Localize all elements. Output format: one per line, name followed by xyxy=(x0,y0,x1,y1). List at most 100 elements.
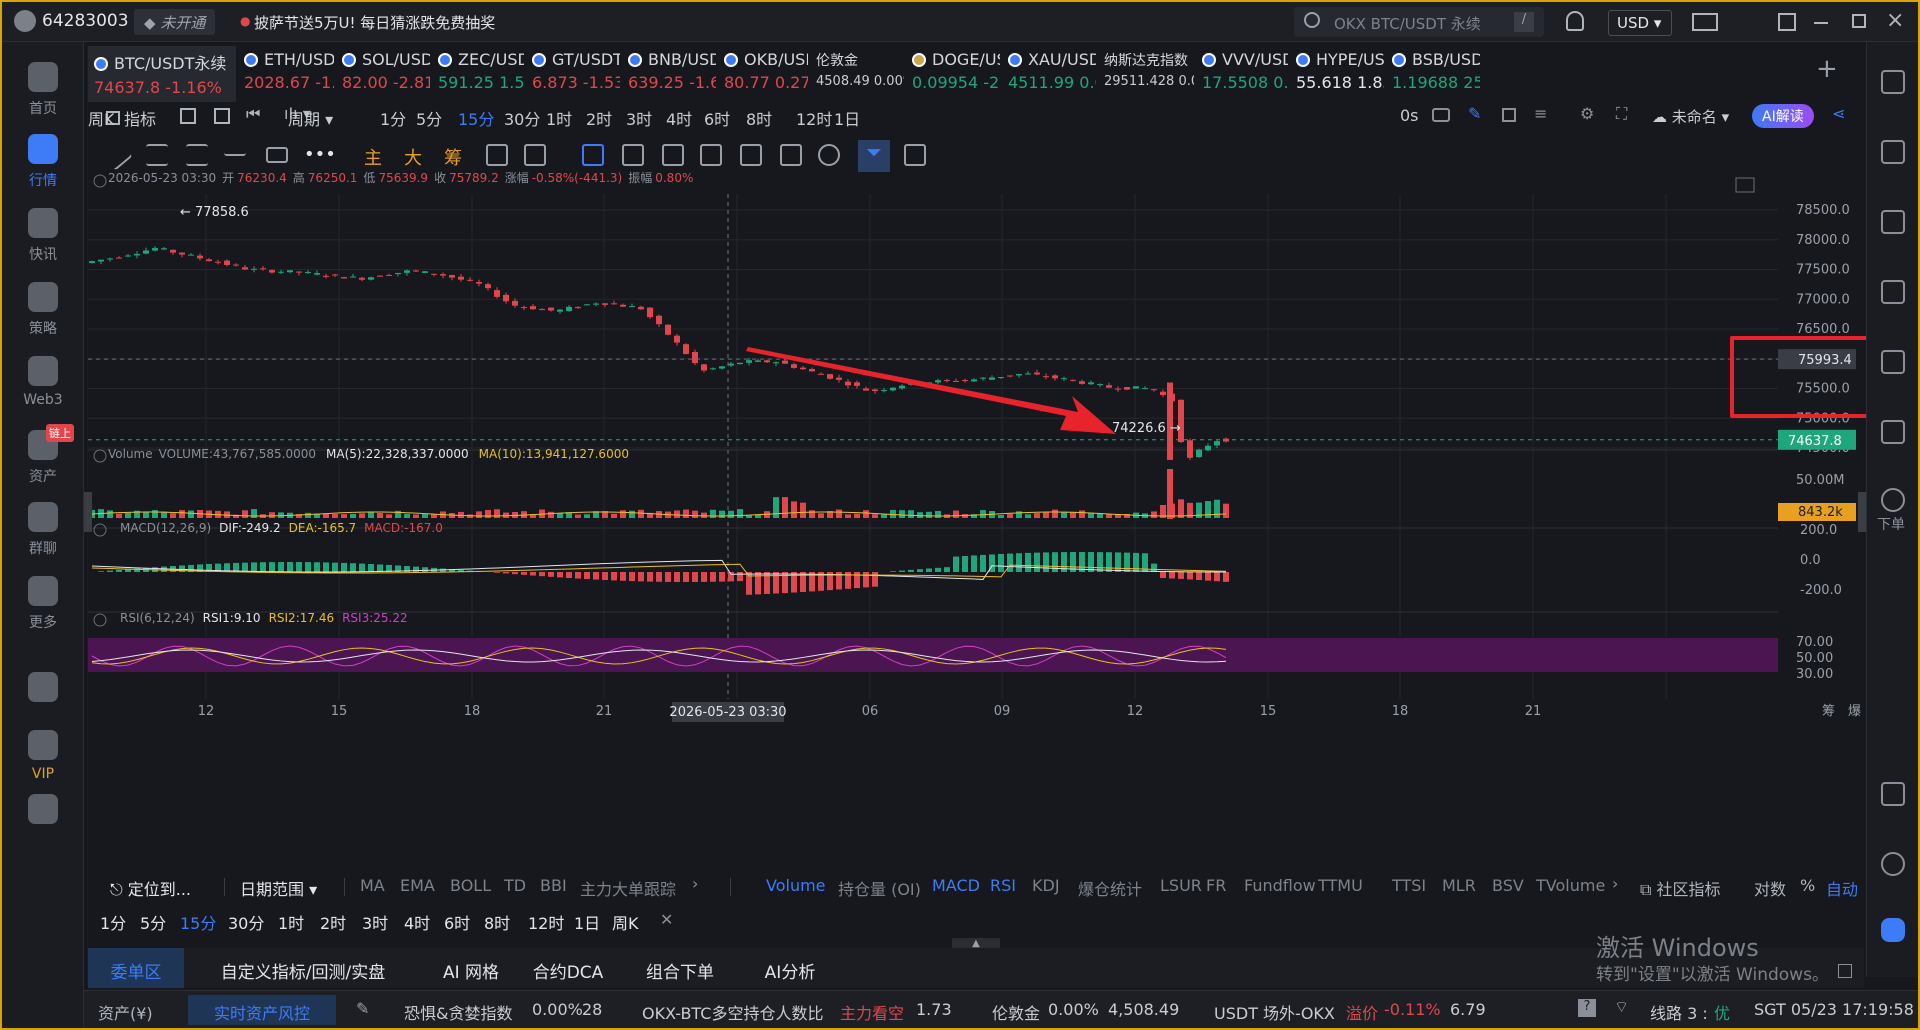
candle[interactable] xyxy=(845,381,851,386)
candle[interactable] xyxy=(1016,373,1022,376)
add-ticker-icon[interactable]: + xyxy=(1816,54,1838,84)
bell-icon[interactable] xyxy=(1566,11,1584,31)
dollar-icon[interactable] xyxy=(1881,210,1905,234)
main-force-tool[interactable]: 主 xyxy=(364,144,382,170)
candle[interactable] xyxy=(179,252,185,255)
ticker-tab[interactable]: 伦敦金 4508.49 0.00% xyxy=(810,46,904,102)
candle[interactable] xyxy=(377,275,383,277)
period-tab[interactable]: 1日 xyxy=(834,106,860,130)
candle[interactable] xyxy=(503,294,509,302)
bottom-period-tab[interactable]: 1时 xyxy=(278,910,304,934)
candle[interactable] xyxy=(458,276,464,280)
candle[interactable] xyxy=(683,344,689,354)
ticker-tab[interactable]: 纳斯达克指数 29511.428 0.00 xyxy=(1098,46,1194,102)
measure-icon[interactable] xyxy=(524,144,546,166)
candle[interactable] xyxy=(386,274,392,276)
candle[interactable] xyxy=(1196,449,1202,458)
candle[interactable] xyxy=(206,259,212,262)
bottom-tab[interactable]: 组合下单 xyxy=(624,948,736,988)
candle[interactable] xyxy=(818,373,824,375)
candle[interactable] xyxy=(125,255,131,257)
candle[interactable] xyxy=(980,377,986,379)
candle[interactable] xyxy=(701,364,707,371)
candle[interactable] xyxy=(755,360,761,362)
magnet-icon[interactable] xyxy=(582,144,604,166)
main-indicator-boll[interactable]: BOLL xyxy=(450,876,491,895)
candle[interactable] xyxy=(152,248,158,251)
candle[interactable] xyxy=(629,306,635,308)
candle[interactable] xyxy=(746,360,752,363)
candle[interactable] xyxy=(188,254,194,256)
candle[interactable] xyxy=(350,276,356,278)
candle[interactable] xyxy=(260,268,266,270)
candle[interactable] xyxy=(1097,384,1103,386)
sub-indicator-tab[interactable]: FR xyxy=(1206,876,1226,895)
fullscreen-icon[interactable]: ⛶ xyxy=(1616,104,1627,124)
layout-icon[interactable] xyxy=(214,108,230,124)
bottom-period-tab[interactable]: 周K xyxy=(612,910,639,934)
period-tab[interactable]: 6时 xyxy=(704,106,730,130)
rectangle-icon[interactable] xyxy=(266,147,288,163)
candle[interactable] xyxy=(485,284,491,289)
candle[interactable] xyxy=(1106,385,1112,388)
replay-icon[interactable]: ⏮ xyxy=(246,104,260,124)
period-tab[interactable]: 2时 xyxy=(586,106,612,130)
candle[interactable] xyxy=(764,360,770,363)
bottom-period-tab[interactable]: 6时 xyxy=(444,910,470,934)
candle[interactable] xyxy=(566,306,572,311)
log-toggle[interactable]: 对数 xyxy=(1754,876,1786,900)
candle[interactable] xyxy=(215,261,221,263)
candle[interactable] xyxy=(134,253,140,256)
lock-icon[interactable] xyxy=(740,144,762,166)
candle[interactable] xyxy=(404,270,410,273)
bottom-tab[interactable]: 自定义指标/回测/实盘 xyxy=(194,948,412,988)
collapse-panel-icon[interactable] xyxy=(93,449,107,463)
main-indicator-ma[interactable]: MA xyxy=(360,876,385,895)
candle[interactable] xyxy=(1142,388,1148,390)
candle[interactable] xyxy=(674,335,680,343)
sidebar-item-7[interactable]: 更多 xyxy=(2,576,84,632)
brush-icon[interactable] xyxy=(662,144,684,166)
pattern-icon[interactable] xyxy=(700,144,722,166)
candle[interactable] xyxy=(1214,441,1220,446)
candle[interactable] xyxy=(836,377,842,380)
bottom-tab[interactable]: AI分析 xyxy=(752,948,828,988)
period-tab[interactable]: 周K xyxy=(88,106,115,130)
candle[interactable] xyxy=(1061,378,1067,380)
layout-name-select[interactable]: ☁ 未命名 ▾ xyxy=(1652,106,1729,127)
candle[interactable] xyxy=(233,264,239,266)
candle[interactable] xyxy=(287,270,293,273)
sidebar-item-9[interactable]: VIP xyxy=(2,730,84,782)
candle[interactable] xyxy=(107,258,113,260)
candle[interactable] xyxy=(278,271,284,273)
bottom-period-tab[interactable]: 2时 xyxy=(320,910,346,934)
candle[interactable] xyxy=(512,300,518,306)
sub-indicator-tab[interactable]: KDJ xyxy=(1032,876,1060,895)
sidebar-item-0[interactable]: 首页 xyxy=(2,62,84,118)
horizontal-ray-icon[interactable] xyxy=(224,144,246,156)
link-icon[interactable] xyxy=(818,144,840,166)
ticker-tab[interactable]: HYPE/US 55.618 1.85 xyxy=(1290,46,1384,102)
candle[interactable] xyxy=(161,248,167,250)
mail-icon[interactable] xyxy=(1692,13,1718,31)
layout-panel-icon[interactable] xyxy=(1881,782,1905,806)
candlestick-chart[interactable]: ← 77858.6 74226.6 → 2026-05-23 03:30 开 76230… xyxy=(88,170,1864,884)
chevron-right-icon[interactable]: › xyxy=(1612,874,1618,893)
bottom-period-tab[interactable]: 1分 xyxy=(100,910,126,934)
candle[interactable] xyxy=(197,255,203,259)
candle[interactable] xyxy=(296,271,302,273)
sidebar-item-6[interactable]: 群聊 xyxy=(2,502,84,558)
candle[interactable] xyxy=(557,309,563,312)
candle[interactable] xyxy=(602,303,608,305)
ticker-tab[interactable]: SOL/USD 82.00 -2.81 xyxy=(336,46,430,102)
sub-indicator-tab[interactable]: MLR xyxy=(1442,876,1476,895)
bottom-period-tab[interactable]: 5分 xyxy=(140,910,166,934)
ticker-tab[interactable]: GT/USDT 6.873 -1.53 xyxy=(526,46,620,102)
candle[interactable] xyxy=(323,275,329,277)
account-id[interactable]: 64283003 xyxy=(42,11,129,31)
candle[interactable] xyxy=(989,377,995,380)
order-label[interactable]: 下单 xyxy=(1877,514,1905,534)
candle[interactable] xyxy=(251,268,257,270)
candle[interactable] xyxy=(584,304,590,306)
candle[interactable] xyxy=(341,277,347,279)
